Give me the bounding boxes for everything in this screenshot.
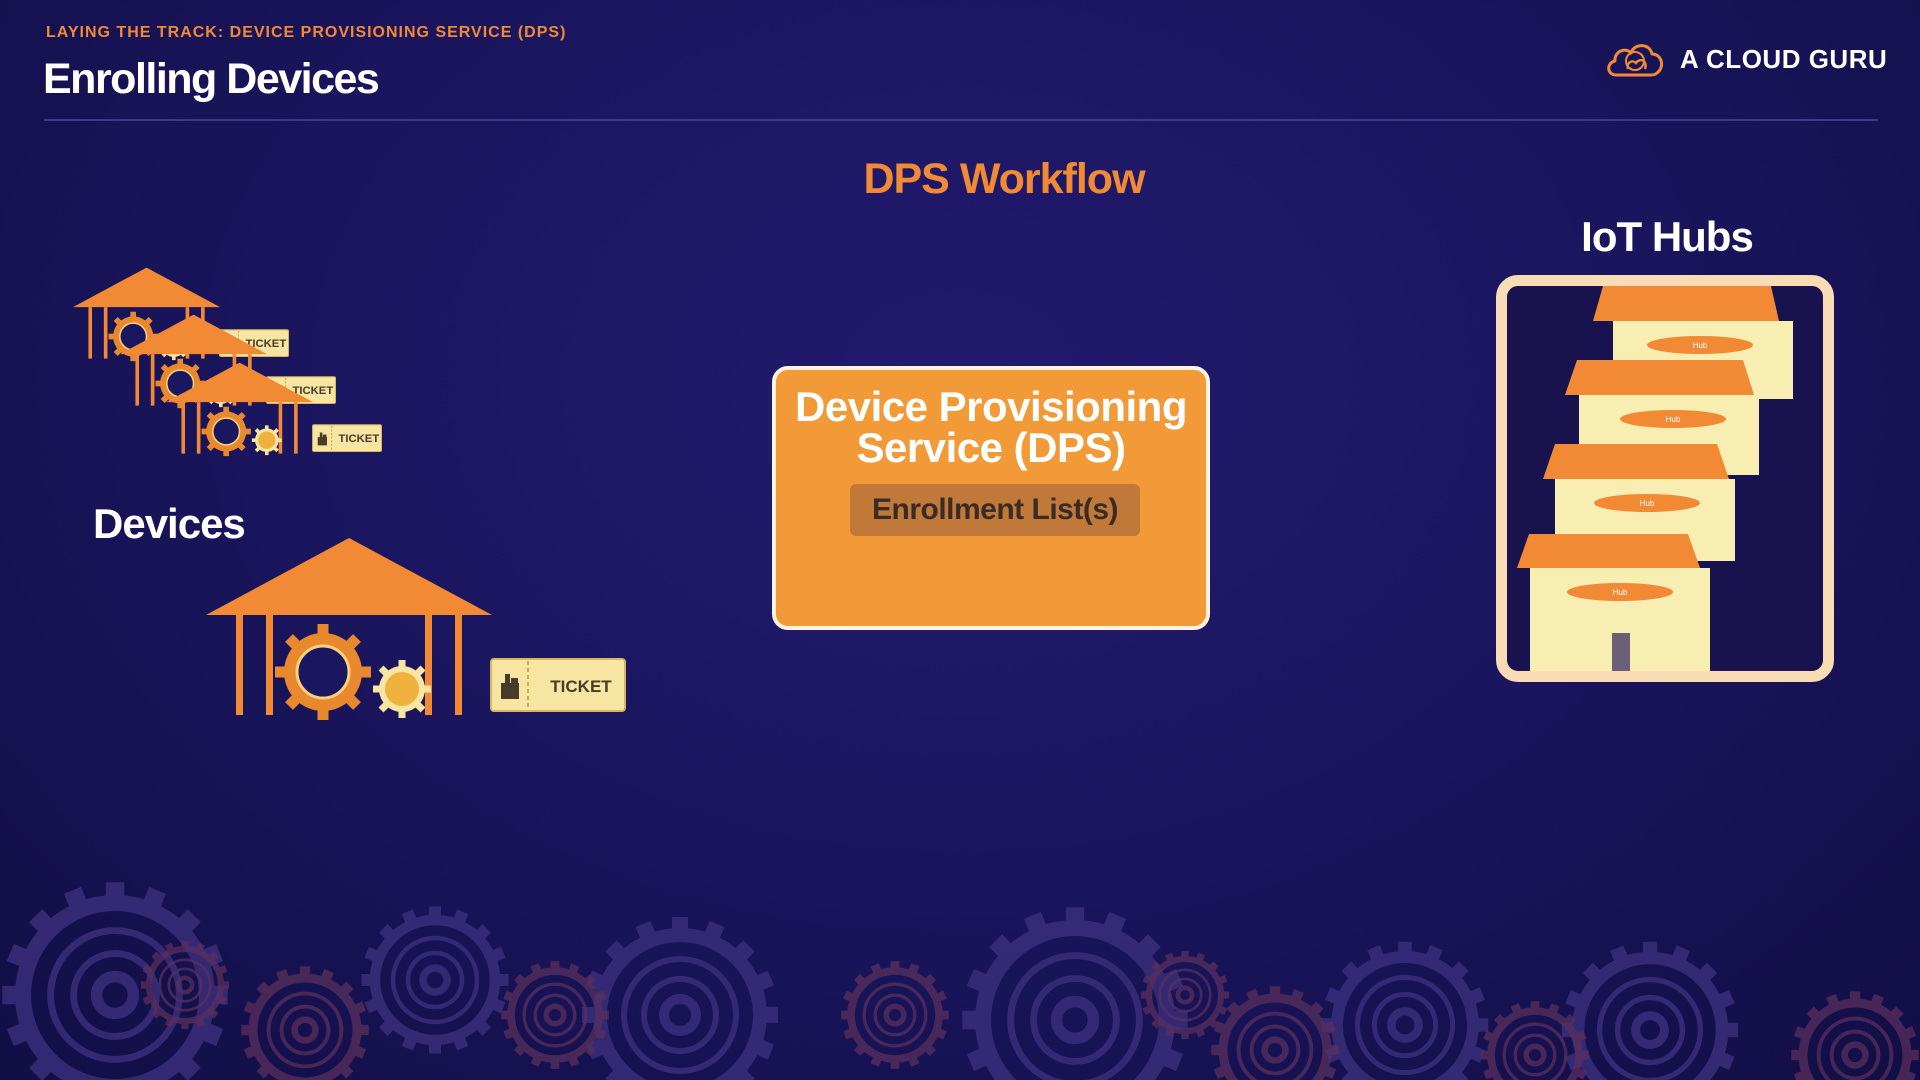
iot-hubs-label: IoT Hubs	[1581, 213, 1754, 260]
hub-buildings: Hub Hub Hub Hub	[1517, 286, 1793, 671]
dps-title-line-1: Device Provisioning	[795, 383, 1187, 430]
ticket-label: TICKET	[338, 433, 379, 445]
dps-service-box: Device Provisioning Service (DPS) Enroll…	[772, 366, 1210, 630]
brand-logo: A CLOUD GURU	[1604, 36, 1887, 82]
section-kicker: LAYING THE TRACK: DEVICE PROVISIONING SE…	[46, 24, 567, 41]
iot-hubs-panel: Hub Hub Hub Hub	[1496, 275, 1834, 682]
hub-sign: Hub	[1693, 341, 1708, 350]
diagram-title: DPS Workflow	[863, 155, 1145, 203]
dps-title-line-2: Service (DPS)	[856, 424, 1126, 471]
enrollment-list-badge: Enrollment List(s)	[850, 484, 1140, 536]
device-station-large: TICKET	[206, 538, 626, 738]
hub-building-4: Hub	[1517, 534, 1710, 671]
header-divider	[44, 119, 1878, 121]
ticket-label: TICKET	[550, 677, 612, 696]
brand-name: A CLOUD GURU	[1680, 43, 1888, 74]
dps-title: Device Provisioning Service (DPS)	[776, 383, 1206, 471]
hub-sign: Hub	[1666, 415, 1681, 424]
hub-sign: Hub	[1640, 499, 1655, 508]
cloud-logo-icon	[1607, 44, 1664, 77]
hub-sign: Hub	[1613, 588, 1628, 597]
device-station-small-3: TICKET	[166, 362, 382, 466]
page-title: Enrolling Devices	[43, 55, 380, 103]
